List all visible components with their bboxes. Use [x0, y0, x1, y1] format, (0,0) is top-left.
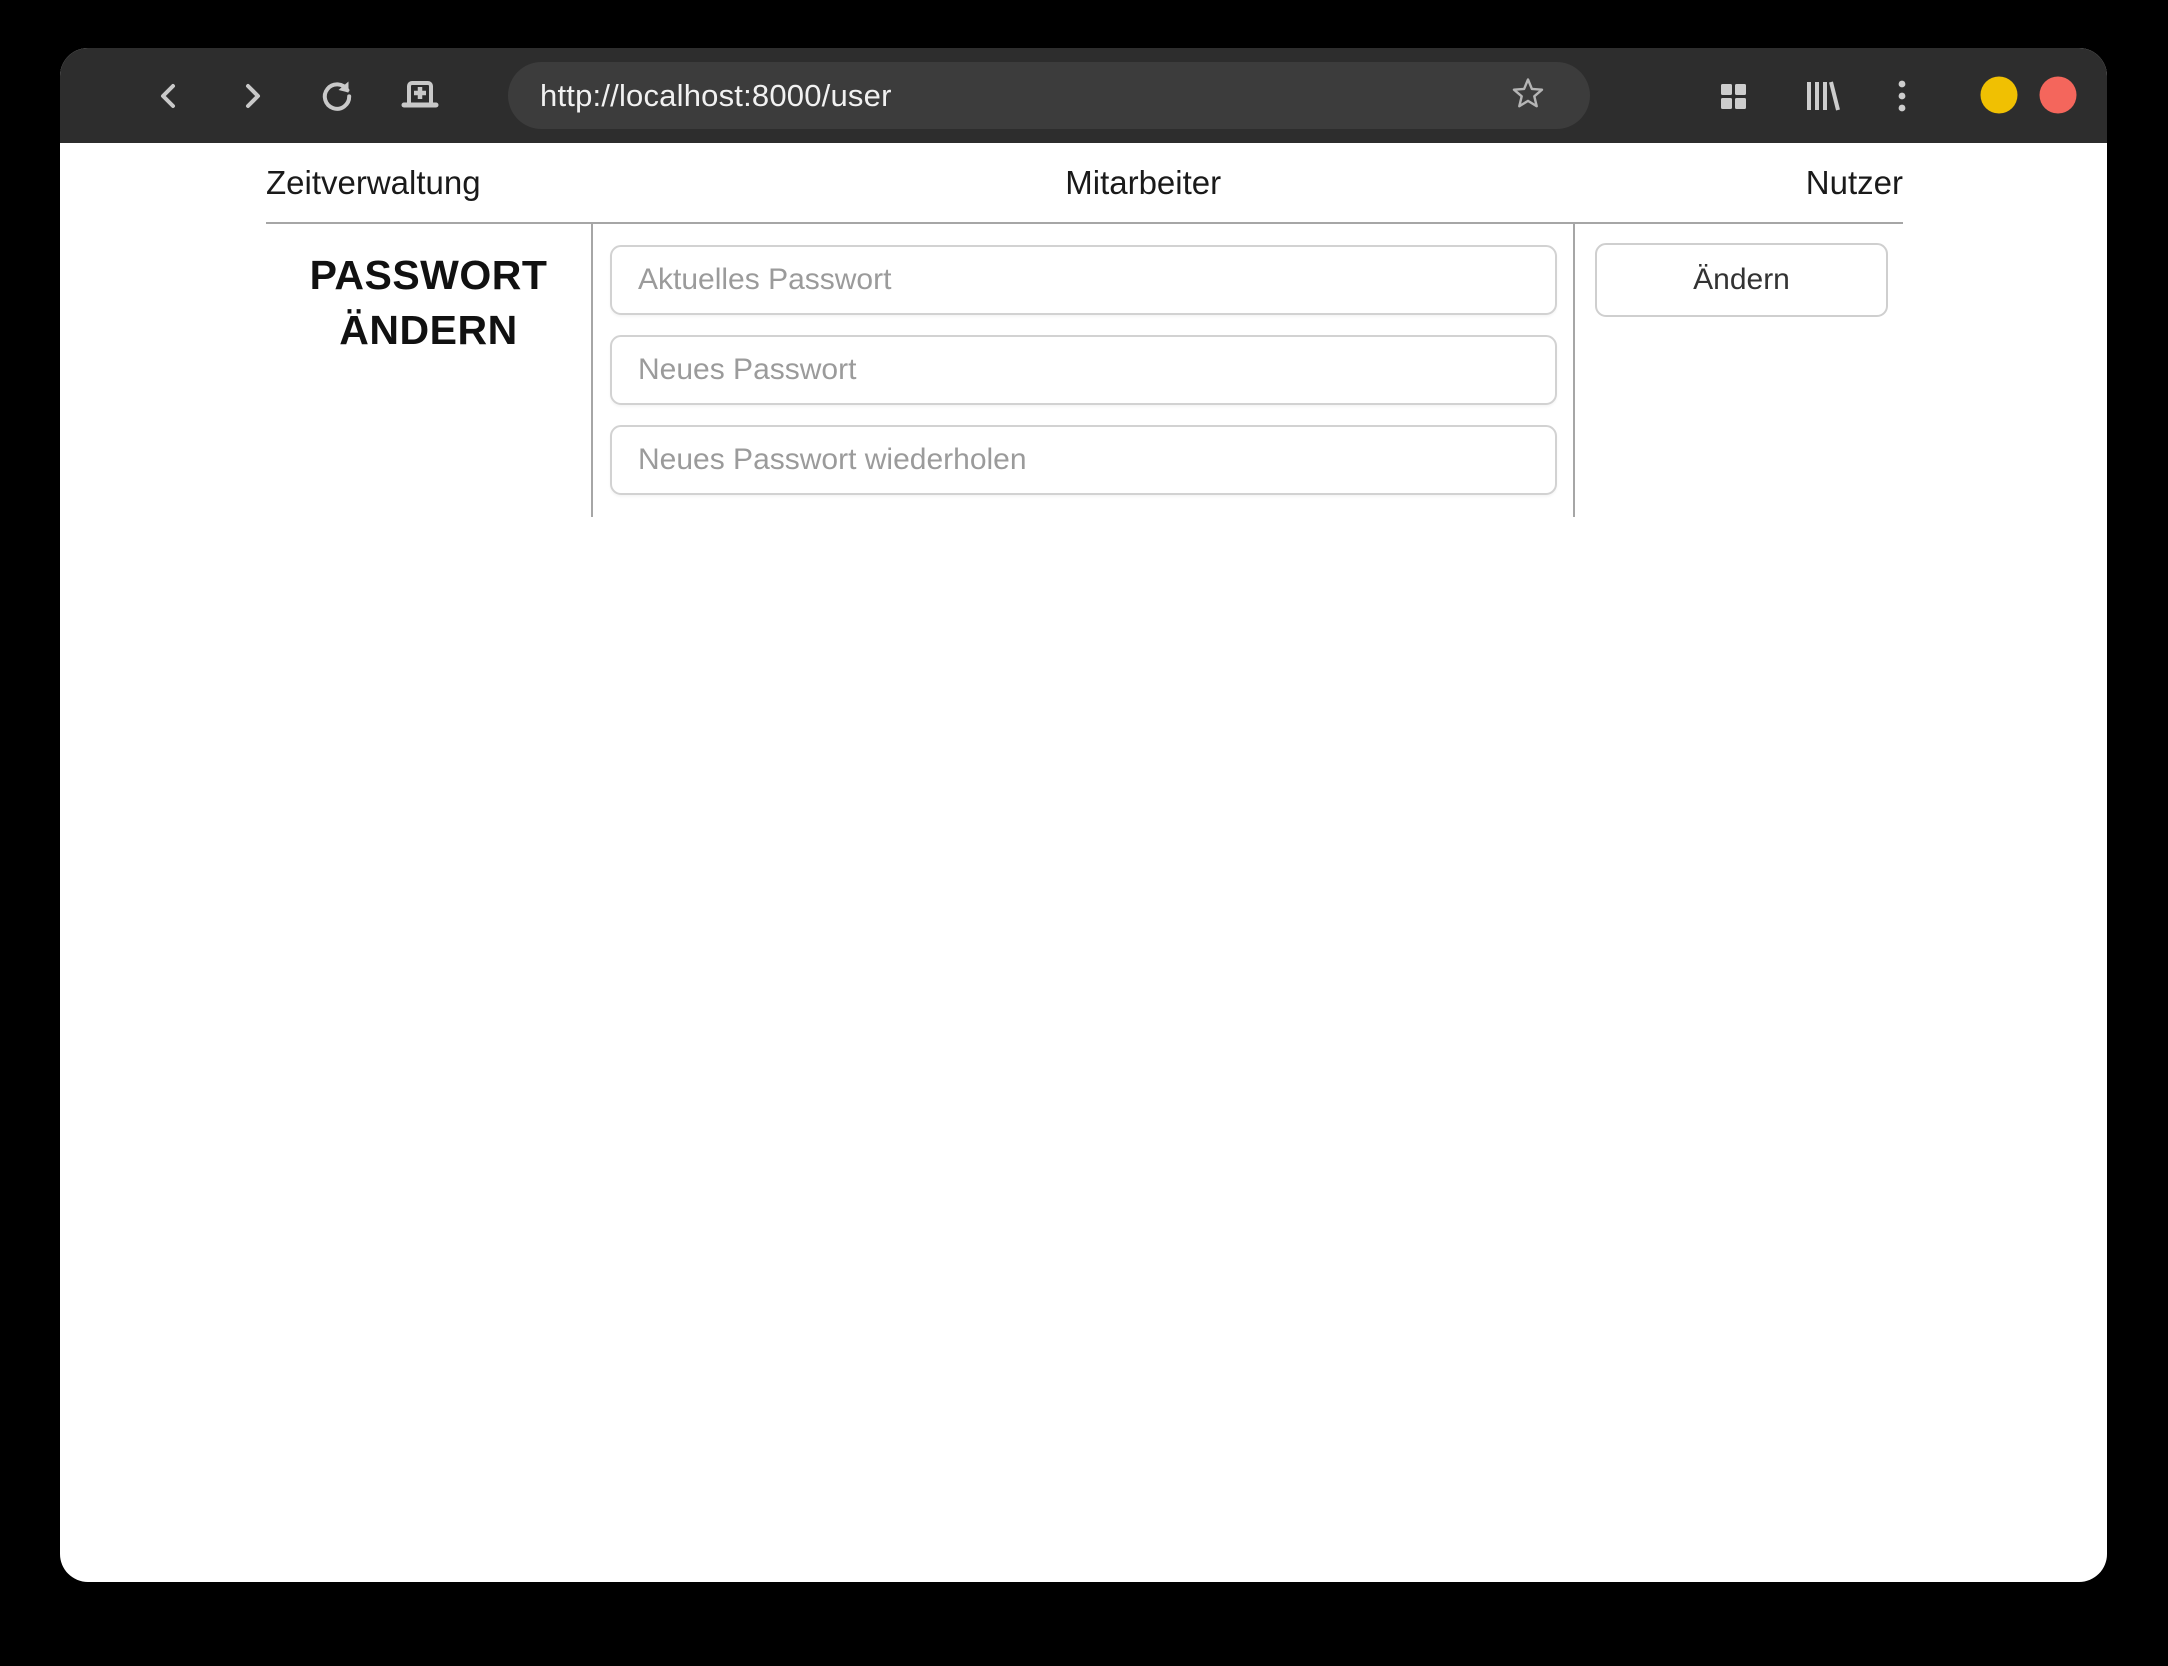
web-page: Zeitverwaltung Mitarbeiter Nutzer PASSWO…: [60, 143, 2107, 517]
current-password-input[interactable]: [610, 245, 1557, 315]
reload-button[interactable]: [305, 48, 369, 143]
browser-window: http://localhost:8000/user Zeitverwaltun…: [60, 48, 2107, 1582]
library-icon: [1800, 76, 1844, 116]
nav-item-mitarbeiter[interactable]: Mitarbeiter: [1065, 164, 1221, 202]
window-minimize-button[interactable]: [1980, 76, 2018, 114]
back-button[interactable]: [137, 48, 201, 143]
submit-column: Ändern: [1575, 224, 1903, 517]
window-close-button[interactable]: [2039, 76, 2077, 114]
new-password-input[interactable]: [610, 335, 1557, 405]
apps-grid-button[interactable]: [1701, 48, 1765, 143]
star-icon: [1509, 74, 1547, 117]
back-icon: [150, 77, 188, 115]
kebab-menu-icon: [1884, 74, 1920, 118]
section-title-line1: PASSWORT: [309, 252, 548, 298]
section-title-column: PASSWORT ÄNDERN: [266, 224, 591, 517]
nav-item-nutzer[interactable]: Nutzer: [1806, 164, 1903, 202]
url-bar[interactable]: http://localhost:8000/user: [508, 62, 1590, 129]
browser-toolbar: http://localhost:8000/user: [60, 48, 2107, 143]
password-form-column: [591, 224, 1575, 517]
url-text: http://localhost:8000/user: [540, 77, 892, 113]
menu-button[interactable]: [1870, 48, 1934, 143]
new-tab-icon: [398, 76, 442, 116]
section-title-line2: ÄNDERN: [339, 306, 518, 353]
change-password-button[interactable]: Ändern: [1595, 243, 1888, 317]
desktop-background: http://localhost:8000/user Zeitverwaltun…: [0, 0, 2168, 1666]
password-change-section: PASSWORT ÄNDERN Ändern: [266, 224, 1903, 517]
section-title: PASSWORT ÄNDERN: [310, 248, 548, 357]
library-button[interactable]: [1790, 48, 1854, 143]
forward-icon: [233, 77, 271, 115]
bookmark-star-button[interactable]: [1506, 74, 1550, 118]
repeat-password-input[interactable]: [610, 425, 1557, 495]
forward-button[interactable]: [220, 48, 284, 143]
reload-icon: [317, 76, 357, 116]
grid-icon: [1715, 78, 1751, 114]
nav-item-zeitverwaltung[interactable]: Zeitverwaltung: [266, 164, 481, 202]
new-tab-button[interactable]: [388, 48, 452, 143]
main-navigation: Zeitverwaltung Mitarbeiter Nutzer: [266, 143, 1903, 224]
